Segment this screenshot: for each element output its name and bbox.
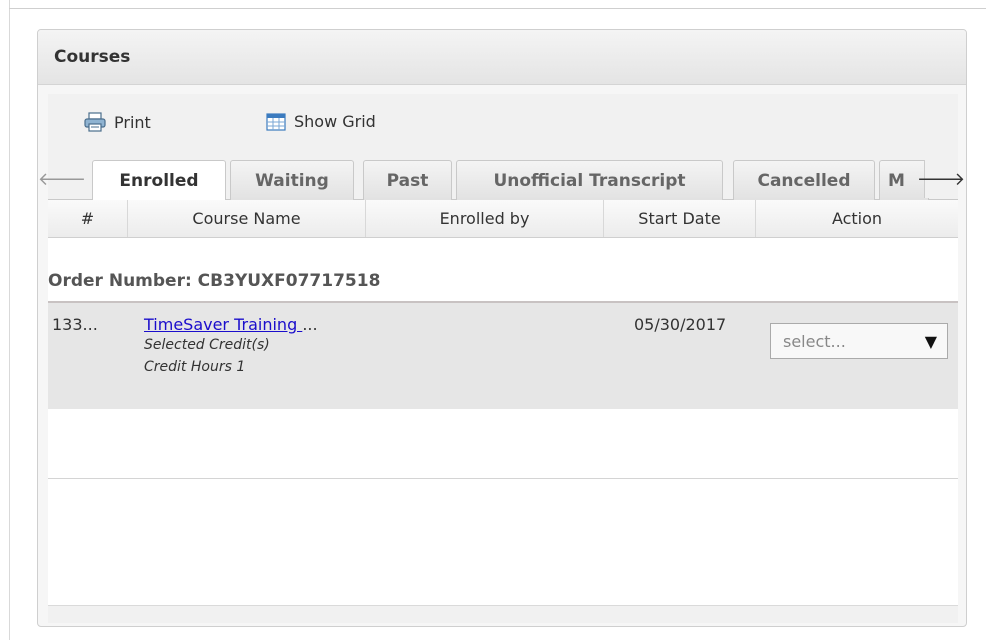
panel-title: Courses bbox=[38, 30, 966, 85]
tab-unofficial-transcript[interactable]: Unofficial Transcript bbox=[456, 160, 723, 200]
grid-divider bbox=[48, 478, 958, 479]
action-select-value: select... bbox=[783, 331, 846, 351]
window-left-border bbox=[9, 0, 10, 640]
column-enrolled-by[interactable]: Enrolled by bbox=[366, 200, 604, 237]
window-top-border bbox=[9, 8, 986, 9]
start-date-cell: 05/30/2017 bbox=[634, 315, 727, 334]
course-ellipsis: ... bbox=[302, 315, 318, 334]
tab-past[interactable]: Past bbox=[363, 160, 452, 200]
print-button[interactable]: Print bbox=[84, 112, 151, 132]
course-name-cell: TimeSaver Training ... Selected Credit(s… bbox=[144, 315, 318, 378]
grid-header: # Course Name Enrolled by Start Date Act… bbox=[48, 200, 958, 238]
chevron-down-icon: ▼ bbox=[924, 331, 937, 351]
grid-footer bbox=[48, 605, 958, 623]
grid-icon bbox=[266, 112, 286, 131]
tab-cancelled[interactable]: Cancelled bbox=[733, 160, 875, 200]
courses-panel: Courses Print Show Grid 🡐 Enrolled Waiti… bbox=[37, 29, 967, 627]
toolbar: Print Show Grid bbox=[48, 94, 958, 154]
tab-waiting[interactable]: Waiting bbox=[230, 160, 354, 200]
column-course-name[interactable]: Course Name bbox=[128, 200, 366, 237]
credit-selected-text: Selected Credit(s) bbox=[144, 337, 270, 353]
printer-icon bbox=[84, 112, 106, 132]
print-label: Print bbox=[114, 112, 151, 132]
action-select[interactable]: select... ▼ bbox=[770, 323, 948, 359]
tab-strip: 🡐 Enrolled Waiting Past Unofficial Trans… bbox=[38, 154, 965, 201]
column-action[interactable]: Action bbox=[756, 200, 958, 237]
order-number-label: Order Number: CB3YUXF07717518 bbox=[48, 271, 381, 291]
tab-scroll-left[interactable]: 🡐 bbox=[38, 160, 86, 198]
table-row: 133... TimeSaver Training ... Selected C… bbox=[48, 303, 958, 409]
arrow-right-icon: 🡒 bbox=[916, 168, 966, 190]
column-number[interactable]: # bbox=[48, 200, 128, 237]
row-number: 133... bbox=[52, 315, 98, 334]
courses-content: Print Show Grid 🡐 Enrolled Waiting Past … bbox=[38, 94, 965, 623]
column-start-date[interactable]: Start Date bbox=[604, 200, 756, 237]
credit-hours-text: Credit Hours 1 bbox=[144, 359, 246, 375]
tab-enrolled[interactable]: Enrolled bbox=[92, 160, 226, 201]
show-grid-button[interactable]: Show Grid bbox=[266, 112, 376, 131]
order-group-header: Order Number: CB3YUXF07717518 bbox=[48, 263, 958, 303]
show-grid-label: Show Grid bbox=[294, 112, 376, 131]
course-link[interactable]: TimeSaver Training bbox=[144, 315, 302, 334]
tab-scroll-right[interactable]: 🡒 bbox=[917, 160, 965, 198]
arrow-left-icon: 🡐 bbox=[37, 168, 87, 190]
